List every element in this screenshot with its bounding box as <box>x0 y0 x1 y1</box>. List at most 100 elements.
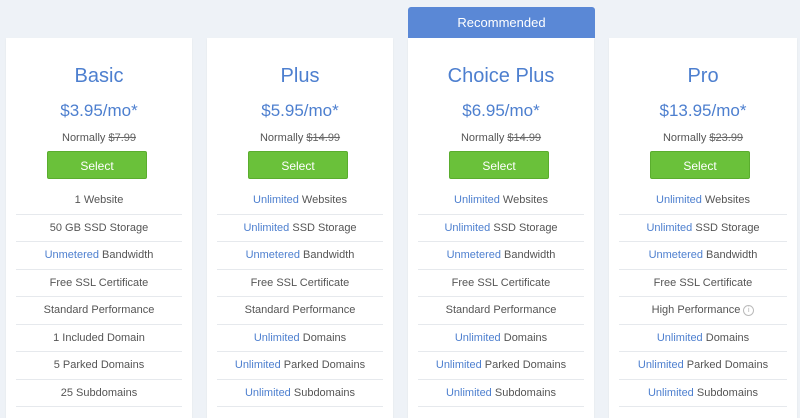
feature-text: SSD Storage <box>289 221 357 234</box>
feature-text: Websites <box>298 194 347 206</box>
feature-text: Parked Domains <box>280 359 366 371</box>
feature-item: Unlimited Websites <box>217 187 383 215</box>
feature-text: 50 GB SSD Storage <box>49 221 149 234</box>
feature-highlight: Unlimited <box>454 331 501 344</box>
feature-text: 1 Included Domain <box>53 331 145 344</box>
plan-price: $3.95/mo* <box>60 101 138 120</box>
info-icon[interactable]: i <box>743 304 755 316</box>
feature-item: Unlimited Parked Domains <box>217 352 383 380</box>
feature-text: Websites <box>499 194 548 206</box>
normal-price: Normally $23.99 <box>609 132 797 144</box>
pricing-plans: Recommended Basic $3.95/mo* Normally $7.99… <box>0 0 800 418</box>
feature-item: Unlimited Parked Domains <box>418 352 584 380</box>
plan-card-plus: Plus $5.95/mo* Normally $14.99 Select Unlimi… <box>207 38 393 418</box>
normal-price: Normally $14.99 <box>408 132 594 144</box>
feature-list: Unlimited Websites Unlimited SSD Storage U… <box>619 187 787 407</box>
feature-text: Bandwidth <box>702 249 758 261</box>
feature-highlight: Unlimited <box>445 386 492 399</box>
feature-item: Unlimited Subdomains <box>418 380 584 407</box>
feature-item: Unlimited Domains <box>217 325 383 352</box>
feature-item: Unlimited Websites <box>619 187 787 215</box>
plan-card-choice-plus: Choice Plus $6.95/mo* Normally $14.99 Selec… <box>408 38 594 418</box>
feature-highlight: Unlimited <box>243 221 290 234</box>
feature-highlight: Unlimited <box>646 221 693 234</box>
normal-price: Normally $7.99 <box>6 132 192 144</box>
feature-text: Free SSL Certificate <box>250 276 350 289</box>
normal-price-label: Normally <box>62 132 106 144</box>
feature-text: Bandwidth <box>500 249 556 261</box>
feature-text: Free SSL Certificate <box>49 276 149 289</box>
feature-item: Standard Performance <box>217 297 383 325</box>
feature-item: High Performance i <box>619 297 787 325</box>
feature-highlight: Unlimited <box>253 331 300 344</box>
feature-item: Unlimited SSD Storage <box>418 215 584 242</box>
normal-price-value: $14.99 <box>306 132 341 144</box>
feature-list: Unlimited Websites Unlimited SSD Storage U… <box>418 187 584 407</box>
feature-item: 25 Subdomains <box>16 380 182 407</box>
feature-item: Unlimited SSD Storage <box>619 215 787 242</box>
feature-text: Websites <box>701 194 750 206</box>
feature-text: Domains <box>702 331 750 344</box>
feature-item: Unmetered Bandwidth <box>418 242 584 270</box>
feature-highlight: Unmetered <box>446 249 501 261</box>
feature-item: Standard Performance <box>418 297 584 325</box>
feature-highlight: Unmetered <box>44 249 99 261</box>
feature-text: Subdomains <box>290 386 356 399</box>
normal-price-value: $23.99 <box>709 132 744 144</box>
feature-item: Unmetered Bandwidth <box>619 242 787 270</box>
select-button[interactable]: Select <box>248 151 348 179</box>
feature-highlight: Unlimited <box>234 359 281 371</box>
feature-text: Bandwidth <box>98 249 154 261</box>
feature-text: Free SSL Certificate <box>653 276 753 289</box>
feature-text: Standard Performance <box>244 304 356 316</box>
feature-item: Unmetered Bandwidth <box>16 242 182 270</box>
feature-text: Bandwidth <box>299 249 355 261</box>
feature-highlight: Unmetered <box>648 249 703 261</box>
feature-item: Free SSL Certificate <box>16 270 182 297</box>
plan-price: $13.95/mo* <box>659 101 747 120</box>
feature-text: Free SSL Certificate <box>451 276 551 289</box>
feature-text: Standard Performance <box>445 304 557 316</box>
feature-item: Unlimited Subdomains <box>217 380 383 407</box>
feature-highlight: Unlimited <box>435 359 482 371</box>
feature-text: SSD Storage <box>490 221 558 234</box>
feature-item: 1 Website <box>16 187 182 215</box>
plan-name: Pro <box>687 65 719 87</box>
plan-card-basic: Basic $3.95/mo* Normally $7.99 Select 1 Webs… <box>6 38 192 418</box>
feature-text: Standard Performance <box>43 304 155 316</box>
plan-name: Basic <box>74 65 124 87</box>
select-button[interactable]: Select <box>650 151 750 179</box>
feature-text: 5 Parked Domains <box>53 359 145 371</box>
feature-highlight: Unlimited <box>253 194 299 206</box>
feature-highlight: Unlimited <box>637 359 684 371</box>
feature-item: Unlimited Domains <box>418 325 584 352</box>
feature-item: 50 GB SSD Storage <box>16 215 182 242</box>
plan-price: $6.95/mo* <box>462 101 540 120</box>
feature-text: 1 Website <box>74 194 124 206</box>
select-button[interactable]: Select <box>47 151 147 179</box>
feature-item: Unlimited Websites <box>418 187 584 215</box>
feature-text: Domains <box>299 331 347 344</box>
plan-name: Plus <box>280 65 320 87</box>
feature-item: Unlimited Parked Domains <box>619 352 787 380</box>
recommended-banner: Recommended <box>408 7 595 38</box>
feature-item: 5 Parked Domains <box>16 352 182 380</box>
feature-item: 1 Included Domain <box>16 325 182 352</box>
select-button[interactable]: Select <box>449 151 549 179</box>
feature-highlight: Unlimited <box>444 221 491 234</box>
feature-text: Parked Domains <box>481 359 567 371</box>
feature-item: Free SSL Certificate <box>217 270 383 297</box>
feature-list: 1 Website 50 GB SSD Storage Unmetered Band… <box>16 187 182 407</box>
feature-item: Unlimited Subdomains <box>619 380 787 407</box>
normal-price-label: Normally <box>460 132 505 144</box>
feature-item: Standard Performance <box>16 297 182 325</box>
feature-text: Domains <box>500 331 548 344</box>
plan-price: $5.95/mo* <box>261 101 339 120</box>
feature-item: Unlimited Domains <box>619 325 787 352</box>
feature-highlight: Unlimited <box>647 386 694 399</box>
normal-price-label: Normally <box>662 132 707 144</box>
feature-item: Free SSL Certificate <box>418 270 584 297</box>
feature-highlight: Unlimited <box>244 386 291 399</box>
feature-list: Unlimited Websites Unlimited SSD Storage U… <box>217 187 383 407</box>
normal-price: Normally $14.99 <box>207 132 393 144</box>
